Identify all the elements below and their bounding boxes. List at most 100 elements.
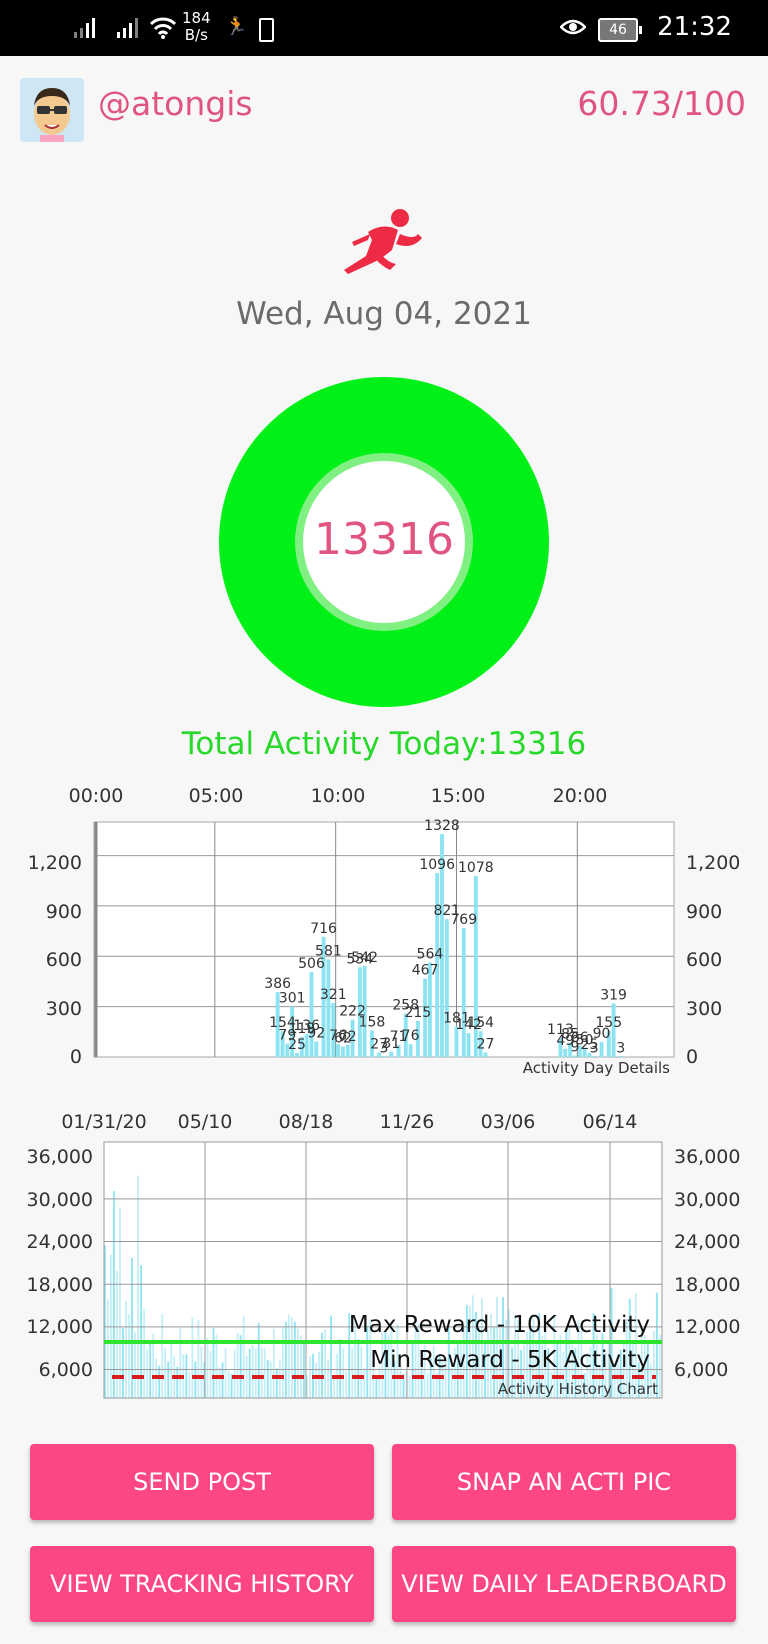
day-bar-label: 154 bbox=[467, 1015, 494, 1031]
history-bar bbox=[146, 1349, 149, 1398]
snap-acti-pic-button[interactable]: SNAP AN ACTI PIC bbox=[392, 1444, 736, 1520]
min-reward-label: Min Reward - 5K Activity bbox=[370, 1347, 650, 1373]
history-y-tick: 12,000 bbox=[27, 1316, 93, 1338]
history-bar bbox=[245, 1355, 248, 1398]
day-bar bbox=[483, 1052, 488, 1057]
history-bar bbox=[272, 1329, 275, 1398]
net-speed: 184 B/s bbox=[182, 9, 211, 44]
history-bar bbox=[257, 1323, 260, 1398]
day-bar bbox=[345, 1044, 350, 1057]
history-x-tick: 08/18 bbox=[279, 1111, 334, 1133]
view-tracking-history-button[interactable]: VIEW TRACKING HISTORY bbox=[30, 1546, 374, 1622]
history-bar bbox=[110, 1254, 112, 1398]
view-daily-leaderboard-button[interactable]: VIEW DAILY LEADERBOARD bbox=[392, 1546, 736, 1622]
day-bar bbox=[444, 919, 449, 1057]
history-bar bbox=[281, 1327, 284, 1398]
history-bar bbox=[209, 1350, 212, 1398]
day-bar bbox=[389, 1051, 394, 1057]
username[interactable]: @atongis bbox=[98, 84, 253, 123]
day-y-tick: 600 bbox=[46, 949, 82, 971]
history-bar bbox=[363, 1368, 366, 1398]
history-bar bbox=[260, 1347, 263, 1398]
day-bar-label: 76 bbox=[402, 1028, 420, 1044]
day-bar-label: 321 bbox=[320, 987, 347, 1003]
day-bar bbox=[461, 927, 466, 1057]
day-bar-label: 769 bbox=[450, 912, 477, 928]
history-bar bbox=[161, 1313, 164, 1398]
day-bar bbox=[563, 1048, 568, 1057]
history-bar bbox=[221, 1362, 224, 1398]
history-y-tick: 18,000 bbox=[27, 1274, 93, 1296]
day-x-tick: 20:00 bbox=[553, 785, 608, 807]
history-bar bbox=[212, 1328, 215, 1398]
history-activity-chart[interactable]: 01/31/20 05/10 08/18 11/26 03/06 06/14 6… bbox=[0, 1106, 768, 1406]
history-chart-x-ticks: 01/31/20 05/10 08/18 11/26 03/06 06/14 bbox=[61, 1111, 637, 1133]
history-bar bbox=[200, 1346, 203, 1398]
day-y-tick: 300 bbox=[46, 998, 82, 1020]
history-bar bbox=[254, 1348, 257, 1398]
history-bar bbox=[167, 1361, 170, 1398]
date-label: Wed, Aug 04, 2021 bbox=[236, 296, 532, 332]
history-y-tick: 6,000 bbox=[39, 1359, 93, 1381]
history-bar bbox=[164, 1348, 167, 1398]
day-bar-label: 1096 bbox=[419, 857, 455, 873]
signal-icon-2 bbox=[117, 16, 143, 38]
history-bar bbox=[309, 1355, 311, 1398]
history-y-tick: 36,000 bbox=[27, 1146, 93, 1168]
day-bar-label: 716 bbox=[310, 921, 337, 937]
send-post-button[interactable]: SEND POST bbox=[30, 1444, 374, 1520]
history-y-tick-right: 12,000 bbox=[674, 1316, 740, 1338]
day-x-tick: 00:00 bbox=[69, 785, 124, 807]
history-bar bbox=[176, 1366, 179, 1398]
day-bar-label: 564 bbox=[417, 946, 444, 962]
history-bar bbox=[158, 1365, 161, 1398]
history-x-tick: 11/26 bbox=[380, 1111, 435, 1133]
day-bar-label: 581 bbox=[315, 943, 342, 959]
history-bar bbox=[185, 1354, 188, 1398]
history-bar bbox=[658, 1335, 661, 1398]
day-bar bbox=[408, 1044, 413, 1057]
history-y-tick: 30,000 bbox=[27, 1189, 93, 1211]
history-y-tick-right: 30,000 bbox=[674, 1189, 740, 1211]
history-bar bbox=[227, 1370, 230, 1398]
day-y-tick: 900 bbox=[46, 901, 82, 923]
eye-comfort-icon bbox=[560, 19, 586, 35]
day-x-tick: 10:00 bbox=[311, 785, 366, 807]
day-bar-label: 92 bbox=[307, 1026, 325, 1042]
day-bar-label: 467 bbox=[412, 963, 439, 979]
day-y-tick-right: 900 bbox=[686, 901, 722, 923]
clock: 21:32 bbox=[657, 12, 732, 42]
wifi-icon bbox=[149, 17, 177, 39]
day-y-tick: 1,200 bbox=[28, 852, 82, 874]
day-bar bbox=[599, 1041, 604, 1057]
history-bar bbox=[197, 1320, 200, 1398]
status-bar: 184 B/s 🏃 46 21:32 bbox=[0, 0, 768, 56]
day-bar bbox=[572, 1055, 577, 1057]
history-bar bbox=[107, 1299, 109, 1398]
running-icon: 🏃 bbox=[225, 16, 248, 37]
history-bar bbox=[360, 1346, 363, 1398]
history-bar bbox=[318, 1351, 320, 1398]
day-bar-label: 1078 bbox=[458, 860, 494, 876]
history-bar bbox=[408, 1375, 411, 1398]
day-bar-label: 1328 bbox=[424, 818, 460, 834]
history-bar bbox=[266, 1359, 269, 1398]
day-activity-chart[interactable]: 3861547930125119136506927165813217662722… bbox=[0, 780, 768, 1090]
history-bar bbox=[125, 1300, 127, 1398]
day-bar-label: 72 bbox=[339, 1029, 357, 1045]
day-bar-label: 215 bbox=[404, 1005, 431, 1021]
history-bar bbox=[263, 1348, 266, 1398]
day-bar bbox=[340, 1046, 345, 1057]
history-y-tick-right: 24,000 bbox=[674, 1231, 740, 1253]
day-bar-label: 301 bbox=[279, 990, 306, 1006]
day-y-tick: 0 bbox=[70, 1046, 82, 1068]
history-y-tick-right: 18,000 bbox=[674, 1274, 740, 1296]
history-bar bbox=[269, 1361, 272, 1398]
day-bar bbox=[295, 1052, 299, 1057]
day-chart-caption: Activity Day Details bbox=[523, 1059, 670, 1077]
avatar[interactable] bbox=[20, 78, 84, 142]
max-reward-label: Max Reward - 10K Activity bbox=[349, 1312, 650, 1338]
history-bar bbox=[224, 1347, 227, 1398]
day-y-tick-right: 600 bbox=[686, 949, 722, 971]
history-bar bbox=[215, 1334, 218, 1398]
